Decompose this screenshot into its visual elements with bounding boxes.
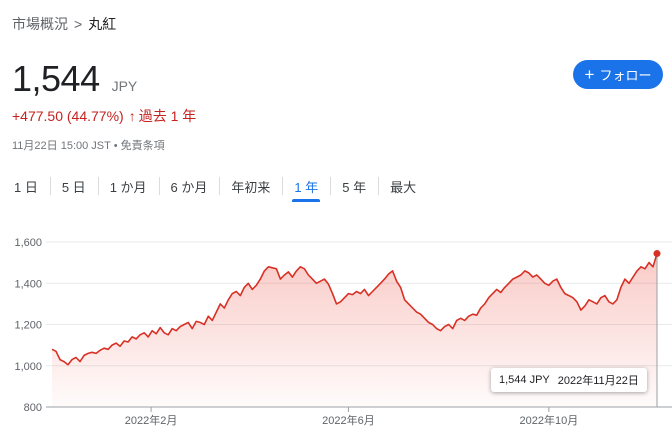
y-tick-label: 800	[24, 402, 42, 414]
disclaimer-link[interactable]: 免責条項	[121, 140, 165, 152]
tab-1m[interactable]: 1 か月	[97, 170, 159, 202]
quote-meta: 11月22日 15:00 JST • 免責条項	[12, 137, 165, 153]
x-axis-labels: 2022年2月 2022年6月 2022年10月	[125, 407, 578, 427]
tab-ytd[interactable]: 年初来	[219, 170, 282, 202]
tooltip-value: 1,544 JPY	[499, 374, 550, 386]
tooltip-date: 2022年11月22日	[557, 375, 639, 387]
x-tick-label: 2022年6月	[322, 413, 375, 427]
breadcrumb-parent-link[interactable]: 市場概況	[12, 14, 68, 34]
chart-tooltip: 1,544 JPY 2022年11月22日	[491, 368, 647, 392]
x-tick-label: 2022年2月	[125, 413, 178, 427]
price-change: +477.50 (44.77%) ↑ 過去 1 年	[12, 106, 196, 126]
tab-5d[interactable]: 5 日	[49, 170, 98, 202]
y-axis-labels: 800 1,000 1,200 1,400 1,600	[14, 237, 42, 414]
quote-timestamp: 11月22日 15:00 JST	[12, 140, 111, 152]
follow-button-label: フォロー	[599, 68, 652, 83]
range-tabs: 1 日 5 日 1 か月 6 か月 年初来 1 年 5 年 最大	[0, 170, 428, 202]
y-tick-label: 1,600	[14, 237, 42, 249]
x-tick-label: 2022年10月	[519, 413, 578, 427]
current-price: 1,544	[12, 58, 100, 99]
follow-button[interactable]: + フォロー	[573, 60, 663, 89]
arrow-up-icon: ↑	[128, 108, 136, 124]
change-period: 過去 1 年	[138, 108, 197, 124]
change-value: +477.50 (44.77%)	[12, 108, 124, 124]
last-price-point	[653, 250, 661, 258]
tab-6m[interactable]: 6 か月	[158, 170, 220, 202]
plus-icon: +	[584, 65, 595, 84]
breadcrumb-separator: >	[74, 16, 83, 32]
y-tick-label: 1,400	[14, 278, 42, 290]
breadcrumb-current: 丸紅	[88, 16, 117, 32]
tab-1y[interactable]: 1 年	[282, 170, 330, 202]
tab-max[interactable]: 最大	[378, 170, 428, 202]
price-row: 1,544 JPY	[12, 58, 137, 100]
breadcrumb: 市場概況 > 丸紅	[12, 14, 116, 34]
currency-code: JPY	[111, 78, 138, 94]
y-tick-label: 1,200	[14, 320, 42, 332]
price-chart[interactable]: 8001,0001,2001,4001,600 2022年2月 2022年6月 20…	[0, 226, 672, 440]
y-tick-label: 1,000	[14, 361, 42, 373]
meta-bullet: •	[113, 140, 118, 152]
tab-1d[interactable]: 1 日	[0, 170, 50, 202]
tab-5y[interactable]: 5 年	[330, 170, 378, 202]
